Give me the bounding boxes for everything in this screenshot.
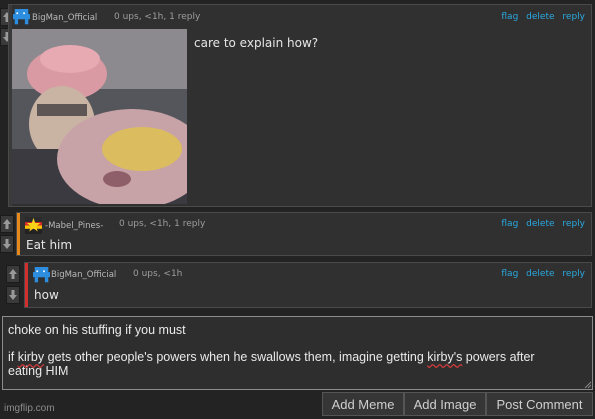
comment-text: Eat him xyxy=(26,238,73,252)
delete-link[interactable]: delete xyxy=(526,12,554,22)
comment-meta: 0 ups, <1h, 1 reply xyxy=(114,12,201,22)
upvote-arrow-icon[interactable] xyxy=(6,265,20,283)
comment-text: how xyxy=(34,288,59,302)
reply-line-3: eating HIM xyxy=(8,364,69,378)
flag-link[interactable]: flag xyxy=(501,219,518,229)
comment-accent xyxy=(17,213,20,255)
blue-pixel-creature-icon xyxy=(13,9,30,25)
reply-textarea[interactable]: choke on his stuffing if you must if kir… xyxy=(2,316,593,390)
downvote-arrow-icon[interactable] xyxy=(0,235,14,253)
flag-link[interactable]: flag xyxy=(501,269,518,279)
comment-meta: 0 ups, <1h, 1 reply xyxy=(119,219,206,229)
comment-actions: flag delete reply xyxy=(496,269,585,279)
mabel-star-flag-icon xyxy=(25,217,42,234)
comment-meta: 0 ups, <1h xyxy=(133,269,183,279)
upvote-arrow-icon[interactable] xyxy=(0,215,14,233)
add-meme-button[interactable]: Add Meme xyxy=(322,392,404,416)
flag-link[interactable]: flag xyxy=(501,12,518,22)
comment-username[interactable]: BigMan_Official xyxy=(32,13,97,23)
comment-username[interactable]: -Mabel_Pines- xyxy=(45,221,103,231)
comment-actions: flag delete reply xyxy=(496,12,585,22)
blue-pixel-creature-icon xyxy=(33,267,50,283)
downvote-arrow-icon[interactable] xyxy=(6,286,20,304)
comment-username[interactable]: BigMan_Official xyxy=(51,270,116,280)
misspelled-word: kirby xyxy=(17,350,45,364)
reply-line-1: choke on his stuffing if you must xyxy=(8,323,186,337)
add-image-button[interactable]: Add Image xyxy=(404,392,486,416)
reply-line-2: if kirby gets other people's powers when… xyxy=(8,350,535,364)
resize-grip-icon[interactable] xyxy=(584,381,591,388)
watermark: imgflip.com xyxy=(4,403,55,414)
post-comment-button[interactable]: Post Comment xyxy=(486,392,593,416)
comment-actions: flag delete reply xyxy=(496,219,585,229)
comment-2: -Mabel_Pines- 0 ups, <1h, 1 reply flag d… xyxy=(16,212,592,256)
delete-link[interactable]: delete xyxy=(526,269,554,279)
comment-1: BigMan_Official 0 ups, <1h, 1 reply flag… xyxy=(8,4,592,207)
delete-link[interactable]: delete xyxy=(526,219,554,229)
misspelled-word: kirby's xyxy=(427,350,463,364)
comment-image[interactable] xyxy=(12,29,187,204)
reply-link[interactable]: reply xyxy=(562,219,585,229)
comment-3: BigMan_Official 0 ups, <1h flag delete r… xyxy=(24,262,592,308)
reply-link[interactable]: reply xyxy=(562,12,585,22)
reply-link[interactable]: reply xyxy=(562,269,585,279)
comment-text: care to explain how? xyxy=(194,36,319,50)
comment-accent xyxy=(25,263,28,307)
